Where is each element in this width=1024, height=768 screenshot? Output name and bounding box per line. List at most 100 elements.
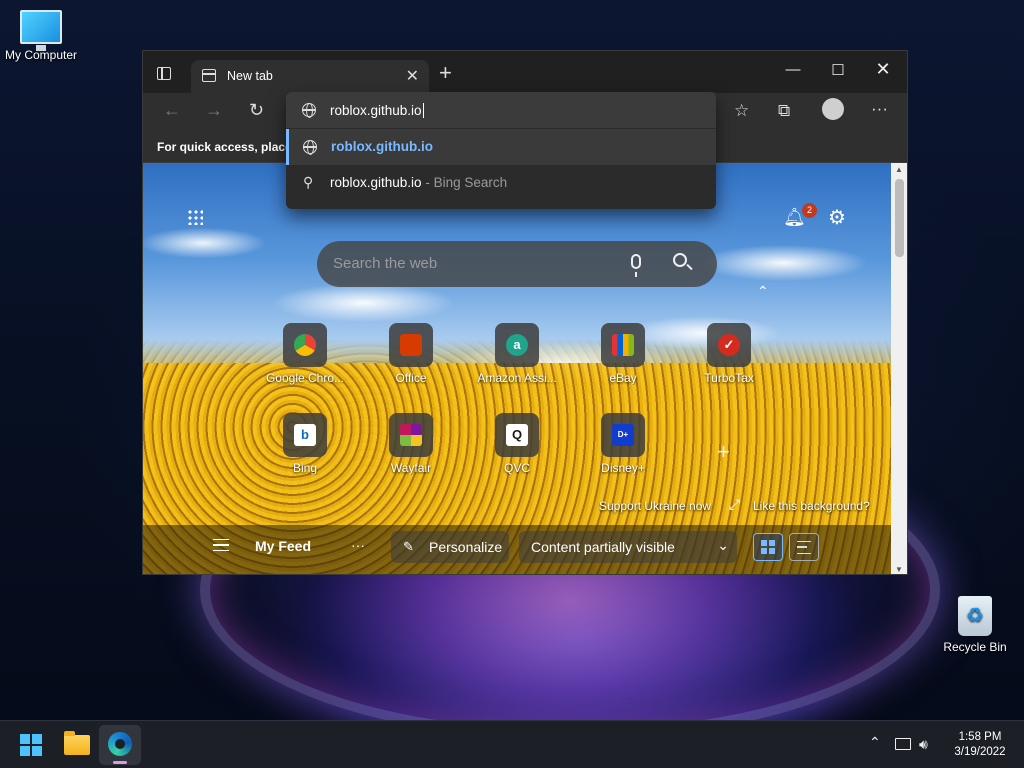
add-quick-link-icon[interactable]: +	[717, 439, 730, 465]
suggestion-text: roblox.github.io	[330, 175, 422, 190]
quick-link-label: Bing	[292, 461, 318, 475]
address-bar-input: roblox.github.io	[330, 103, 424, 118]
quick-link-qvc[interactable]: Q QVC	[469, 413, 565, 475]
scroll-down-arrow-icon[interactable]: ▼	[895, 565, 903, 574]
maximize-button[interactable]: ☐	[828, 61, 848, 79]
quick-link-label: eBay	[609, 371, 637, 385]
web-search-box[interactable]: Search the web	[317, 241, 717, 287]
disney-plus-icon: D+	[612, 424, 634, 446]
favorites-bar-hint: For quick access, place y	[157, 140, 302, 154]
chrome-icon	[294, 334, 316, 356]
computer-icon	[20, 10, 62, 51]
collapse-quick-links-icon[interactable]: ⌃	[757, 283, 769, 300]
volume-icon[interactable]: 🔊︎	[919, 736, 928, 753]
clock-time: 1:58 PM	[958, 731, 1002, 743]
bing-icon: b	[294, 424, 316, 446]
taskbar-edge-button[interactable]	[99, 725, 141, 765]
forward-button[interactable]: →	[205, 100, 223, 121]
close-tab-icon[interactable]: ✕	[406, 66, 419, 86]
expand-background-icon[interactable]: ⤢	[729, 496, 740, 513]
globe-icon	[302, 103, 316, 118]
suggestion-bing-search[interactable]: ⚲ roblox.github.io - Bing Search	[286, 165, 716, 201]
more-options-icon[interactable]: ···	[351, 537, 365, 553]
quick-link-label: QVC	[503, 461, 530, 475]
quick-link-amazon-assistant[interactable]: a Amazon Assi...	[469, 323, 565, 385]
wayfair-icon	[400, 424, 422, 446]
qvc-icon: Q	[506, 424, 528, 446]
address-bar[interactable]: roblox.github.io	[286, 92, 716, 128]
taskbar: ⌃ 🔊︎ 1:58 PM 3/19/2022	[0, 720, 1024, 768]
address-bar-dropdown: roblox.github.io roblox.github.io ⚲ robl…	[286, 92, 716, 209]
tab-actions-icon[interactable]	[157, 67, 171, 80]
page-scrollbar[interactable]: ▲ ▼	[891, 163, 907, 574]
quick-link-office[interactable]: Office	[363, 323, 459, 385]
minimize-button[interactable]: —	[783, 61, 803, 78]
office-icon	[400, 334, 422, 356]
refresh-button[interactable]: ↻	[249, 100, 264, 121]
amazon-icon: a	[506, 334, 528, 356]
clock-date: 3/19/2022	[954, 746, 1006, 758]
scroll-thumb[interactable]	[895, 179, 904, 257]
page-settings-gear-icon[interactable]: ⚙	[828, 205, 846, 230]
recycle-bin-icon: ♻	[958, 596, 992, 636]
new-tab-page-icon	[202, 69, 216, 82]
file-explorer-icon[interactable]	[64, 731, 90, 755]
new-tab-page: 🔔︎ 2 ⚙ Search the web ⌃ Google Chro... O…	[143, 163, 891, 574]
personalize-button[interactable]: ✎ Personalize	[391, 531, 509, 563]
favorites-icon[interactable]: ☆	[734, 101, 749, 121]
back-button[interactable]: ←	[163, 100, 181, 121]
globe-icon	[303, 140, 317, 155]
quick-link-wayfair[interactable]: Wayfair	[363, 413, 459, 475]
hamburger-menu-icon[interactable]	[213, 539, 229, 551]
pencil-icon: ✎	[403, 539, 414, 554]
grid-view-button[interactable]	[753, 533, 783, 561]
microphone-icon[interactable]	[631, 254, 641, 277]
clock[interactable]: 1:58 PM 3/19/2022	[950, 730, 1010, 760]
app-launcher-icon[interactable]	[187, 209, 203, 225]
close-window-button[interactable]: ✕	[873, 59, 893, 80]
quick-link-label: Disney+	[601, 461, 645, 475]
quick-link-label: TurboTax	[704, 371, 754, 385]
content-visibility-value: Content partially visible	[531, 539, 675, 555]
quick-link-google-chrome[interactable]: Google Chro...	[257, 323, 353, 385]
tab-title: New tab	[227, 69, 273, 83]
my-feed-tab[interactable]: My Feed	[255, 538, 311, 554]
quick-link-ebay[interactable]: eBay	[575, 323, 671, 385]
desktop-icon-label: Recycle Bin	[943, 640, 1007, 654]
scroll-up-arrow-icon[interactable]: ▲	[895, 165, 903, 174]
list-view-button[interactable]	[789, 533, 819, 561]
search-icon: ⚲	[303, 174, 314, 190]
network-icon[interactable]	[895, 738, 911, 750]
active-app-indicator	[113, 761, 127, 764]
suggestion-url[interactable]: roblox.github.io	[286, 129, 716, 165]
quick-link-bing[interactable]: b Bing	[257, 413, 353, 475]
desktop-icon-recycle-bin[interactable]: ♻ Recycle Bin	[934, 596, 1016, 654]
new-tab-button[interactable]: +	[439, 60, 452, 86]
quick-link-label: Google Chro...	[265, 371, 345, 385]
quick-link-label: Office	[395, 371, 427, 385]
content-visibility-select[interactable]: Content partially visible ⌄	[519, 531, 737, 563]
start-button[interactable]	[20, 734, 42, 756]
search-placeholder: Search the web	[333, 255, 438, 272]
collections-icon[interactable]: ⧉	[778, 101, 790, 121]
quick-link-turbotax[interactable]: ✓ TurboTax	[681, 323, 777, 385]
turbotax-icon: ✓	[718, 334, 740, 356]
text-cursor	[422, 103, 424, 118]
desktop-icon-my-computer[interactable]: My Computer	[0, 10, 82, 62]
address-bar-value: roblox.github.io	[330, 103, 422, 118]
quick-link-disney-plus[interactable]: D+ Disney+	[575, 413, 671, 475]
tab-new-tab[interactable]: New tab ✕	[191, 60, 429, 93]
quick-link-label: Amazon Assi...	[477, 371, 557, 385]
personalize-label: Personalize	[429, 539, 503, 555]
chevron-down-icon: ⌄	[717, 537, 729, 553]
profile-avatar-icon[interactable]	[822, 98, 844, 120]
show-hidden-icons-chevron-icon[interactable]: ⌃	[869, 734, 881, 751]
support-ukraine-link[interactable]: Support Ukraine now	[599, 499, 711, 513]
like-background-link[interactable]: Like this background?	[753, 499, 870, 513]
search-icon[interactable]	[673, 253, 687, 267]
feed-bar: My Feed ··· ✎ Personalize Content partia…	[143, 525, 891, 574]
suggestion-text: roblox.github.io	[331, 139, 433, 154]
settings-more-icon[interactable]: ···	[871, 99, 888, 119]
notification-badge: 2	[802, 203, 817, 218]
quick-link-label: Wayfair	[390, 461, 432, 475]
